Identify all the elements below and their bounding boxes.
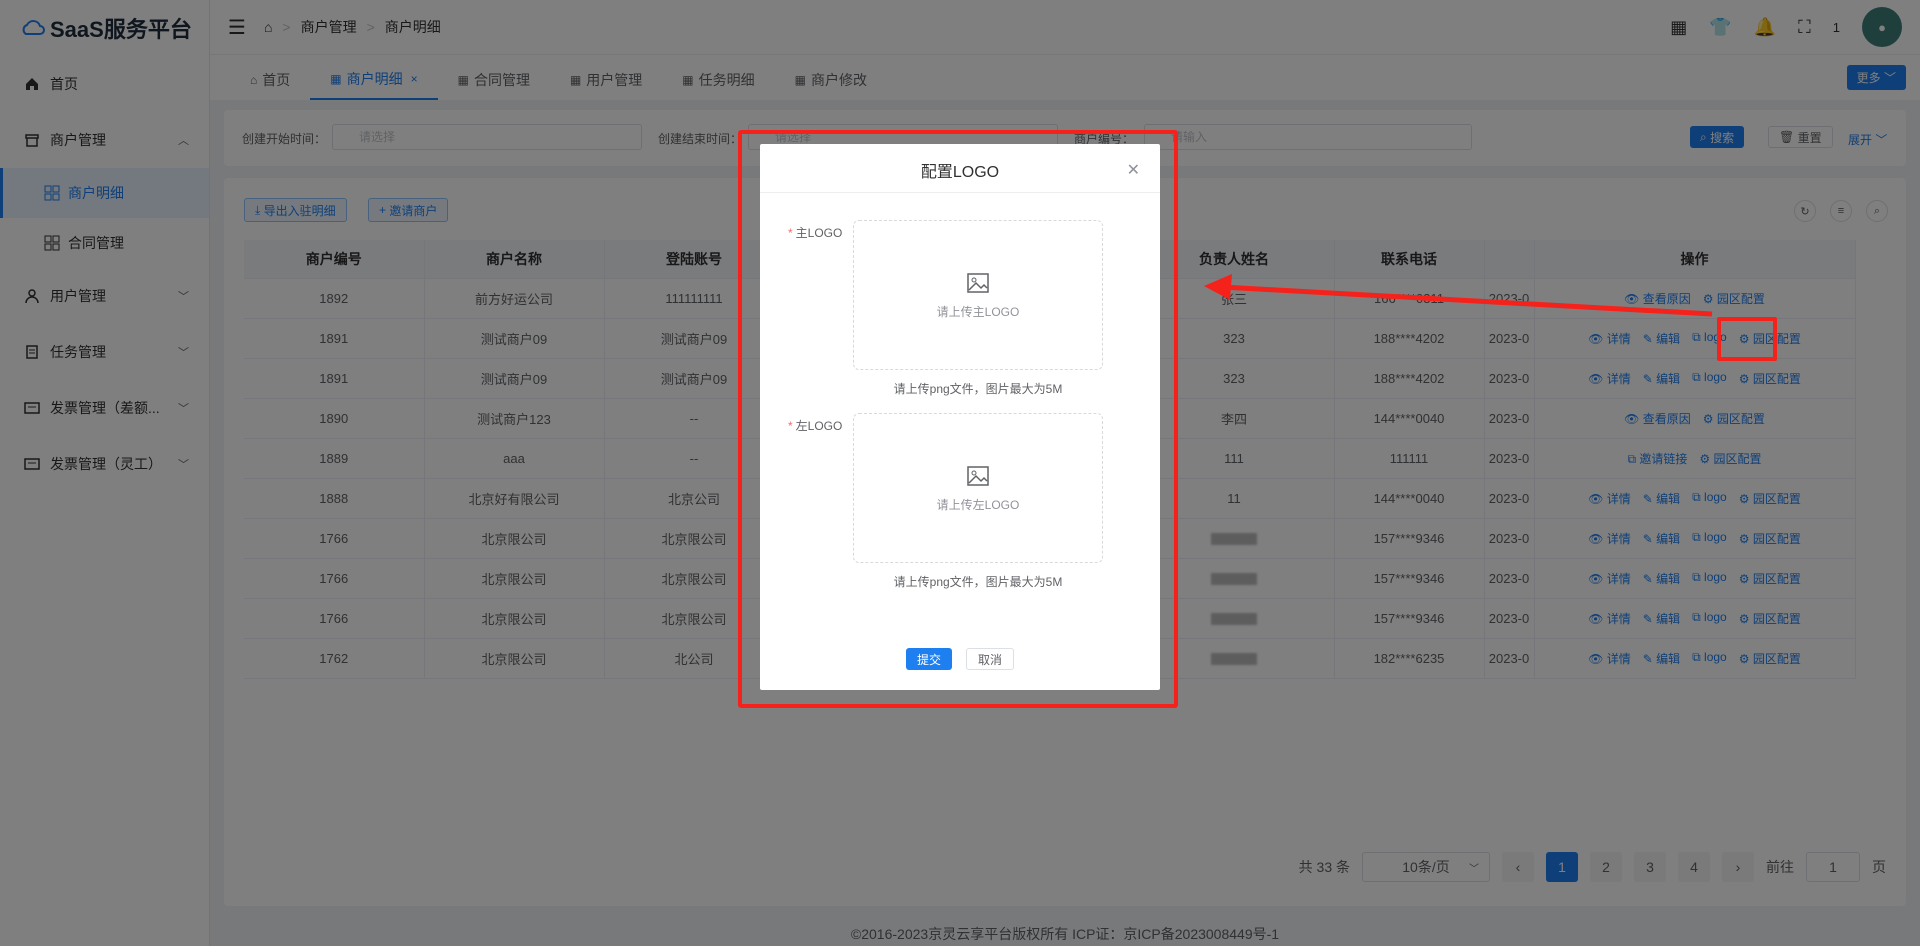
annotation-arrow [1204, 274, 1713, 317]
